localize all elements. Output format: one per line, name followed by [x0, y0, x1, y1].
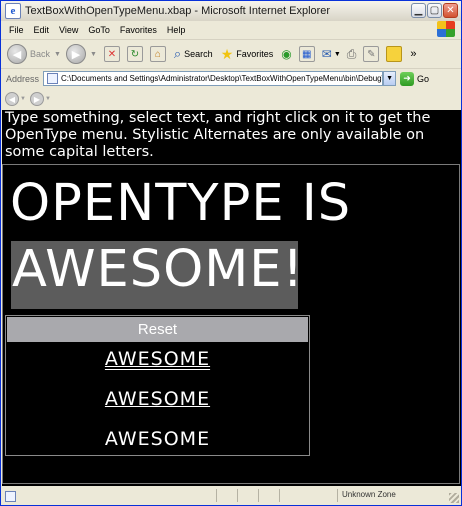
favorites-star-icon[interactable]: ★ [221, 46, 234, 63]
go-button[interactable]: Go [417, 74, 429, 84]
address-input[interactable]: C:\Documents and Settings\Administrator\… [43, 71, 384, 86]
maximize-button[interactable]: ▢ [427, 3, 442, 18]
toolbar-overflow-icon[interactable]: » [410, 48, 416, 60]
back-dropdown-icon[interactable]: ▼ [54, 51, 61, 58]
ie-app-icon[interactable]: e [5, 3, 21, 19]
standard-toolbar: ◀ Back ▼ ▶ ▼ ✕ ↻ ⌂ ⌕ Search ★ Favorites … [1, 40, 461, 69]
textbox-line-2[interactable]: AWESOME! [12, 240, 304, 299]
page-content: Type something, select text, and right c… [2, 110, 461, 486]
instructions-text: Type something, select text, and right c… [5, 110, 431, 160]
xbap-navigation-bar: ◀ ▼ ▶ ▼ [1, 89, 461, 109]
status-divider [279, 489, 280, 502]
mail-icon[interactable]: ✉ [322, 47, 332, 61]
home-icon[interactable]: ⌂ [149, 46, 166, 62]
address-dropdown-icon[interactable]: ▼ [383, 71, 397, 86]
caption-buttons: ▁ ▢ ✕ [411, 3, 458, 18]
browser-window: e TextBoxWithOpenTypeMenu.xbap - Microso… [0, 0, 462, 506]
status-bar: Unknown Zone [1, 487, 461, 505]
menu-option-3[interactable]: AWESOME [6, 428, 309, 450]
reset-button[interactable]: Reset [7, 317, 308, 342]
xbap-forward-icon[interactable]: ▶ [29, 92, 44, 106]
media-icon[interactable]: ▦ [298, 46, 315, 62]
opentype-context-menu: Reset AWESOME AWESOME AWESOME [5, 315, 310, 456]
security-zone: Unknown Zone [342, 490, 396, 499]
resize-grip[interactable] [449, 493, 459, 503]
status-page-icon [5, 490, 16, 502]
xbap-forward-dropdown-icon[interactable]: ▼ [45, 96, 51, 102]
menu-goto[interactable]: GoTo [88, 25, 110, 35]
title-bar[interactable]: e TextBoxWithOpenTypeMenu.xbap - Microso… [1, 1, 461, 21]
unselected-text[interactable]: ! [283, 240, 304, 299]
back-arrow-icon[interactable]: ◀ [7, 44, 27, 64]
status-divider [216, 489, 217, 502]
address-value[interactable]: C:\Documents and Settings\Administrator\… [61, 74, 382, 83]
menu-file[interactable]: File [9, 25, 24, 35]
menu-favorites[interactable]: Favorites [120, 25, 157, 35]
mail-dropdown-icon[interactable]: ▼ [334, 51, 341, 58]
minimize-button[interactable]: ▁ [411, 3, 426, 18]
status-divider [237, 489, 238, 502]
menu-bar: File Edit View GoTo Favorites Help [1, 21, 461, 40]
print-icon[interactable]: ⎙ [347, 47, 357, 62]
history-icon[interactable]: ◉ [281, 47, 291, 61]
favorites-label[interactable]: Favorites [236, 49, 273, 59]
menu-view[interactable]: View [59, 25, 78, 35]
page-icon [47, 73, 59, 84]
stop-icon[interactable]: ✕ [103, 46, 120, 62]
address-bar: Address C:\Documents and Settings\Admini… [1, 69, 461, 88]
xbap-back-dropdown-icon[interactable]: ▼ [20, 96, 26, 102]
menu-option-1[interactable]: AWESOME [6, 348, 309, 370]
forward-arrow-icon[interactable]: ▶ [65, 44, 86, 64]
status-divider [337, 489, 338, 502]
textbox-line-1[interactable]: OPENTYPE IS [10, 174, 351, 233]
back-label[interactable]: Back [30, 49, 50, 59]
close-button[interactable]: ✕ [443, 3, 458, 18]
search-icon[interactable]: ⌕ [174, 46, 181, 62]
xbap-back-icon[interactable]: ◀ [5, 92, 19, 106]
menu-help[interactable]: Help [167, 25, 186, 35]
menu-edit[interactable]: Edit [34, 25, 50, 35]
selected-text[interactable]: AWESOME [12, 240, 283, 299]
edit-icon[interactable]: ✎ [363, 46, 380, 62]
menu-option-2[interactable]: AWESOME [6, 388, 309, 410]
address-label: Address [6, 73, 40, 84]
window-title: TextBoxWithOpenTypeMenu.xbap - Microsoft… [25, 5, 331, 17]
messenger-icon[interactable] [386, 46, 403, 62]
refresh-icon[interactable]: ↻ [126, 46, 143, 62]
forward-dropdown-icon[interactable]: ▼ [90, 51, 97, 58]
go-arrow-icon[interactable]: ➜ [400, 71, 415, 86]
search-label[interactable]: Search [184, 49, 213, 59]
windows-logo-icon [437, 21, 455, 37]
status-divider [258, 489, 259, 502]
